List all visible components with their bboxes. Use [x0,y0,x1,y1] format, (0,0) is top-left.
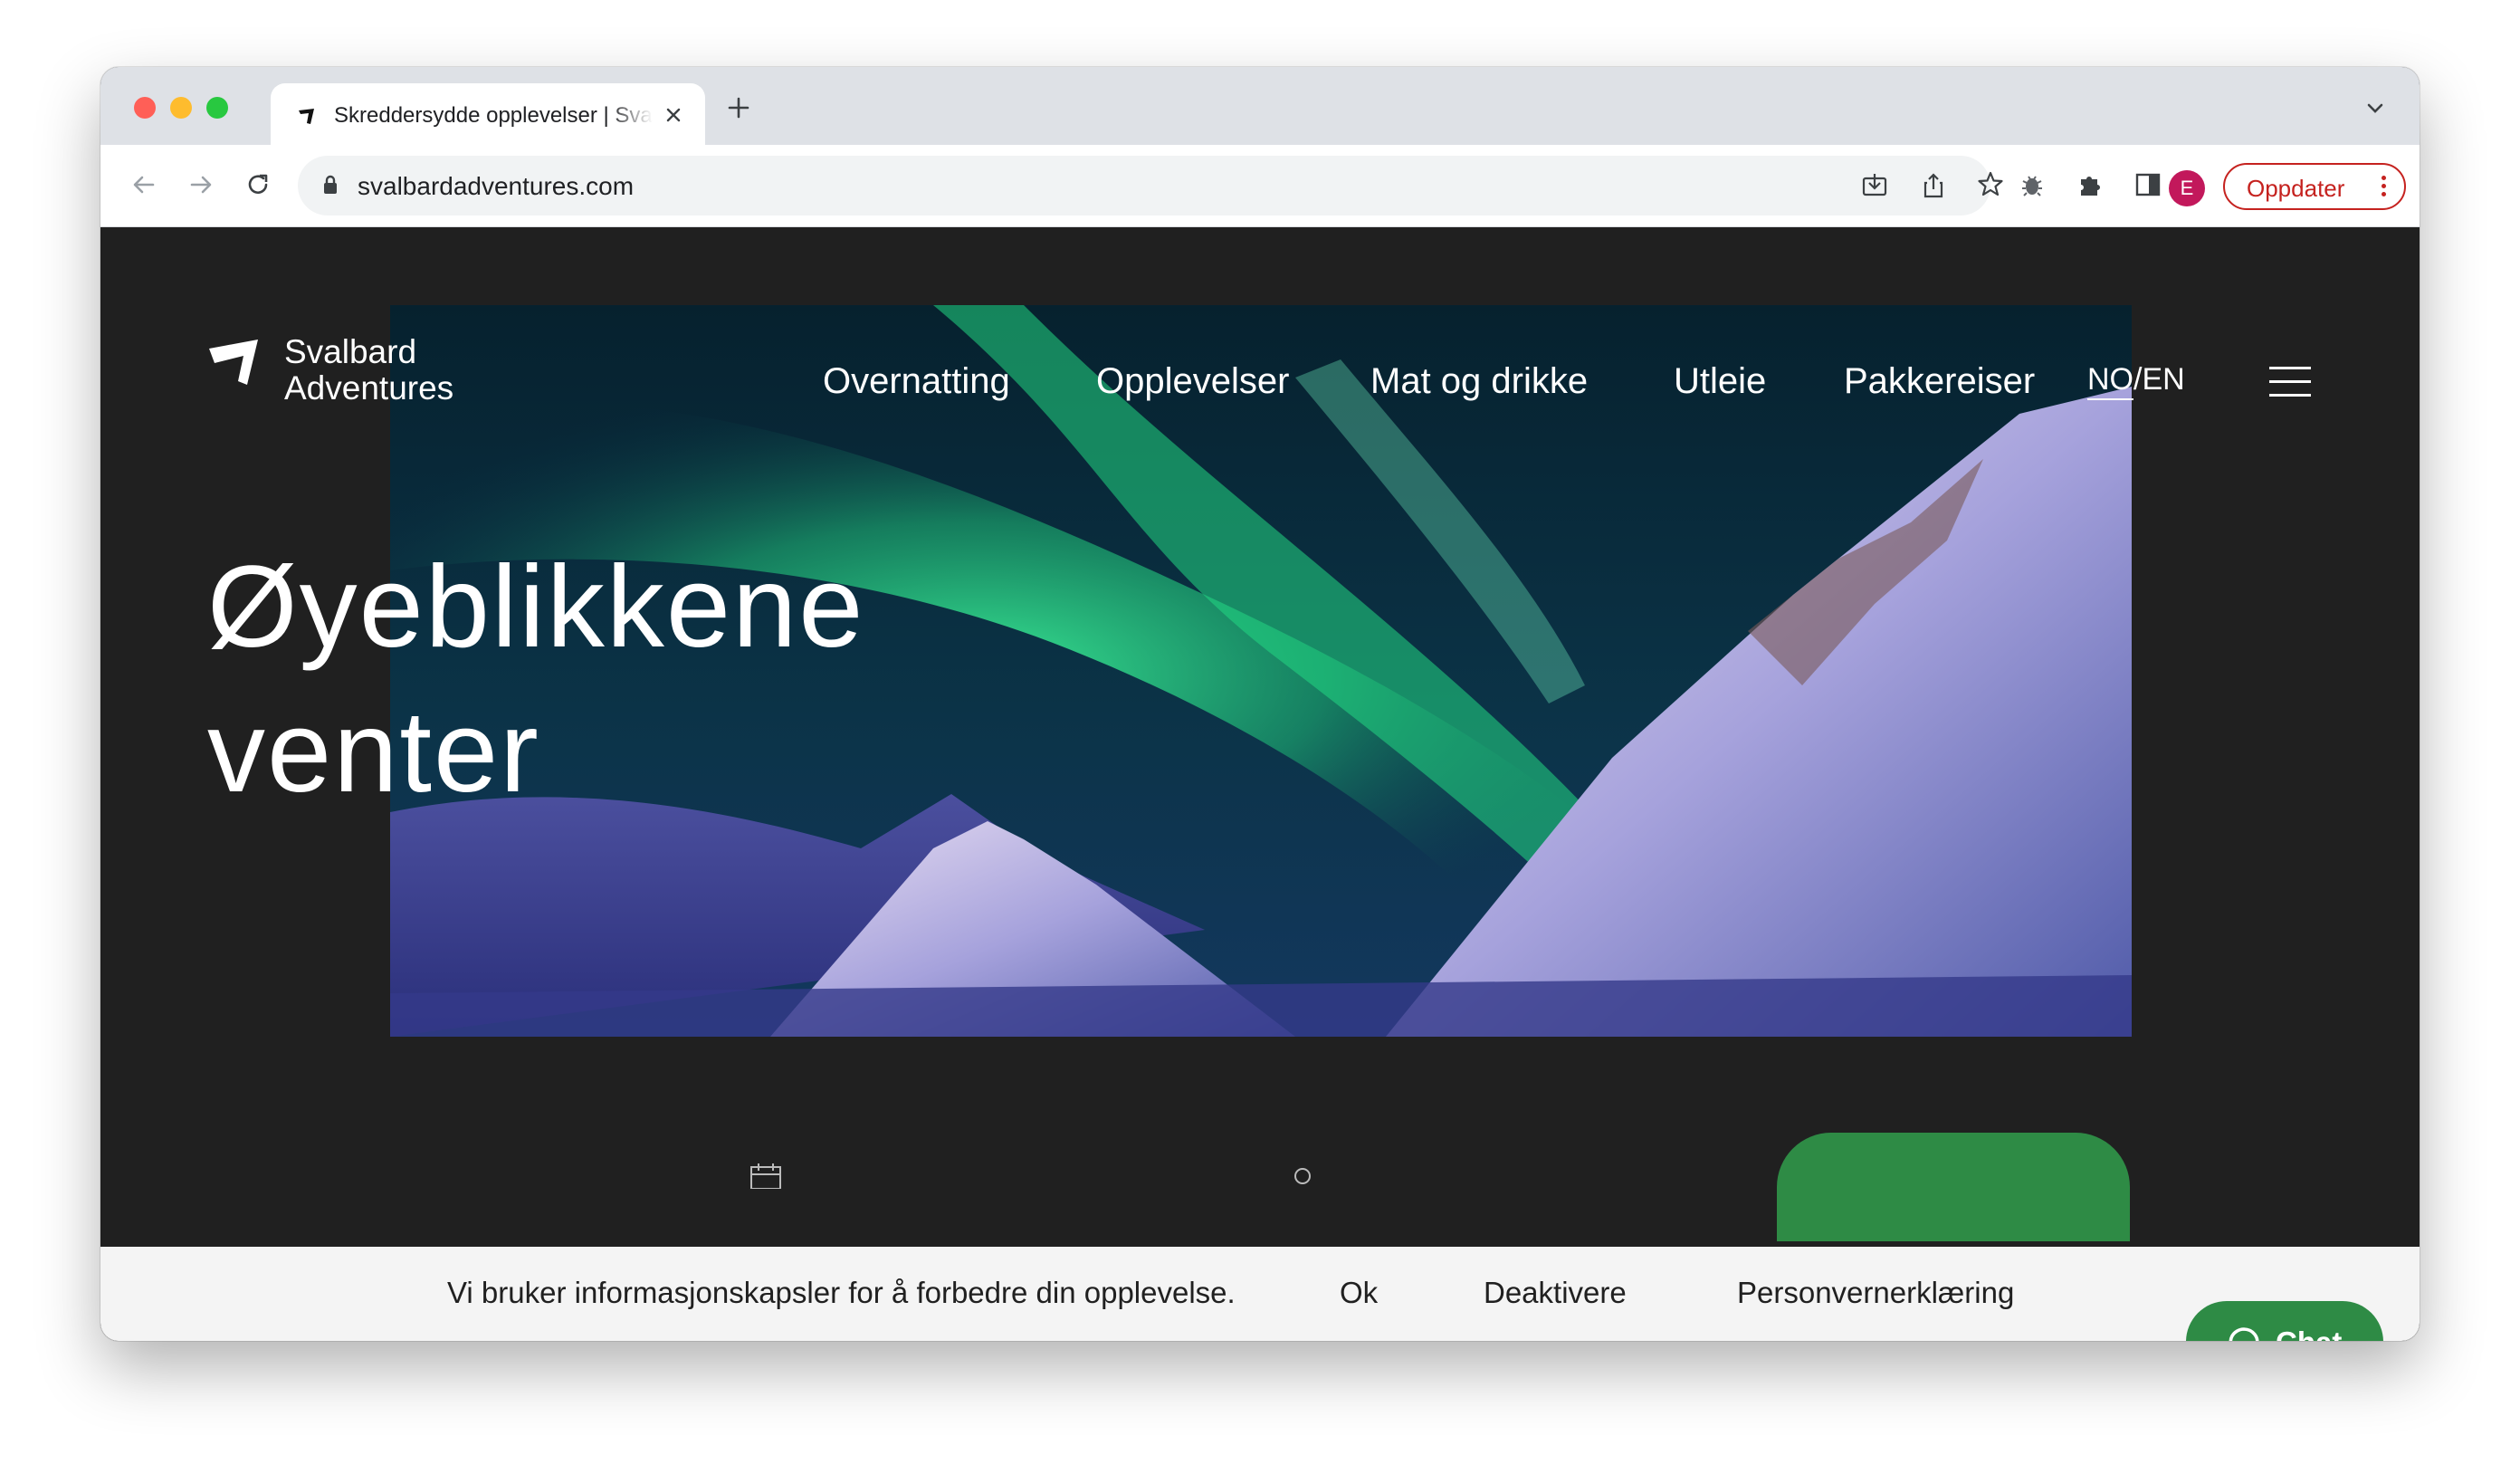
headline-line-1: Øyeblikkene [207,542,865,672]
cookie-decline-button[interactable]: Deaktivere [1484,1276,1627,1310]
lang-en-link[interactable]: EN [2142,362,2184,397]
lock-icon[interactable] [321,174,339,196]
back-icon[interactable] [128,168,160,201]
reload-icon[interactable] [242,168,274,201]
svalbard-logo-icon[interactable] [207,336,262,387]
browser-window: Skreddersydde opplevelser | Svalbard Adv… [100,67,2420,1341]
install-icon[interactable] [1859,170,1890,201]
update-button[interactable]: Oppdater [2223,163,2406,210]
logo-line-2: Adventures [284,369,454,407]
chat-label: Chat [2276,1325,2342,1341]
calendar-icon[interactable] [748,1162,784,1189]
logo-line-1: Svalbard [284,333,417,370]
maximize-window-button[interactable] [206,97,228,119]
browser-toolbar: svalbardadventures.com E Oppdater [100,145,2420,227]
profile-avatar[interactable]: E [2169,170,2205,206]
extensions-icon[interactable] [2074,168,2106,201]
tab-title: Skreddersydde opplevelser | Svalbard Adv… [334,103,653,128]
svalbard-favicon-icon [299,109,314,124]
menu-dots-icon [2381,176,2388,199]
side-panel-icon[interactable] [2132,168,2164,201]
nav-utleie[interactable]: Utleie [1674,359,1766,403]
bug-icon[interactable] [2016,168,2048,201]
chat-bubble-icon [2229,1327,2259,1341]
new-tab-icon[interactable] [725,94,752,121]
nav-overnatting[interactable]: Overnatting [823,359,1010,403]
tab-search-icon[interactable] [2363,100,2387,118]
close-icon[interactable] [660,101,687,129]
forward-icon[interactable] [185,168,217,201]
page-viewport: Svalbard Adventures Overnatting Opplevel… [100,227,2420,1341]
search-submit-button[interactable] [1777,1133,2130,1241]
lang-no-link[interactable]: NO [2087,362,2133,400]
cookie-banner: Vi bruker informasjonskapsler for å forb… [100,1247,2420,1341]
site-logo-text[interactable]: Svalbard Adventures [284,334,453,407]
active-tab[interactable]: Skreddersydde opplevelser | Svalbard Adv… [271,83,705,147]
nav-pakkereiser[interactable]: Pakkereiser [1844,359,2035,403]
bookmark-star-icon[interactable] [1974,168,2007,201]
language-switcher: NO/EN [2087,359,2185,400]
search-icon[interactable] [1292,1165,1319,1192]
cookie-ok-button[interactable]: Ok [1340,1276,1378,1310]
url-text[interactable]: svalbardadventures.com [358,172,634,201]
tab-bar: Skreddersydde opplevelser | Svalbard Adv… [100,67,2420,147]
hero-headline: Øyeblikkene venter [207,535,864,825]
headline-line-2: venter [207,687,540,817]
minimize-window-button[interactable] [170,97,192,119]
nav-opplevelser[interactable]: Opplevelser [1096,359,1289,403]
share-icon[interactable] [1918,170,1949,201]
update-label: Oppdater [2247,175,2345,202]
privacy-policy-link[interactable]: Personvernerklæring [1737,1276,2014,1310]
hamburger-menu-icon[interactable] [2269,367,2311,397]
address-bar[interactable]: svalbardadventures.com [298,156,2003,215]
close-window-button[interactable] [134,97,156,119]
nav-mat-og-drikke[interactable]: Mat og drikke [1370,359,1588,403]
chat-button[interactable]: Chat [2186,1301,2383,1341]
cookie-message: Vi bruker informasjonskapsler for å forb… [447,1276,1236,1309]
